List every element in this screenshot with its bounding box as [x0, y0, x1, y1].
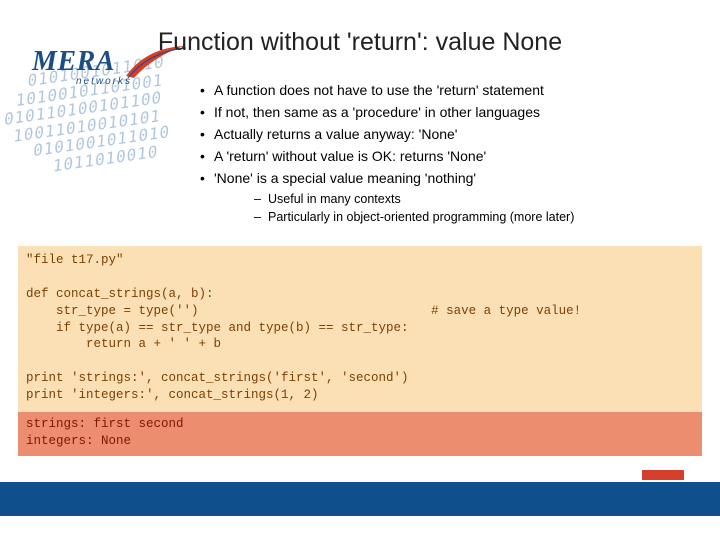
bullet-item: 'None' is a special value meaning 'nothi…	[200, 170, 690, 186]
bullet-item: A function does not have to use the 'ret…	[200, 82, 690, 98]
sub-bullet-item: Useful in many contexts	[200, 192, 690, 206]
logo-subtext: networks	[76, 76, 132, 87]
footer-bar	[0, 482, 720, 516]
bullet-list: A function does not have to use the 'ret…	[200, 82, 690, 228]
bullet-item: A 'return' without value is OK: returns …	[200, 148, 690, 164]
footer-accent	[642, 470, 684, 480]
sub-bullet-item: Particularly in object-oriented programm…	[200, 210, 690, 224]
slide-title: Function without 'return': value None	[0, 28, 720, 57]
code-block: "file t17.py" def concat_strings(a, b): …	[18, 246, 702, 412]
bullet-item: Actually returns a value anyway: 'None'	[200, 126, 690, 142]
output-block: strings: first second integers: None	[18, 412, 702, 456]
bullet-item: If not, then same as a 'procedure' in ot…	[200, 104, 690, 120]
